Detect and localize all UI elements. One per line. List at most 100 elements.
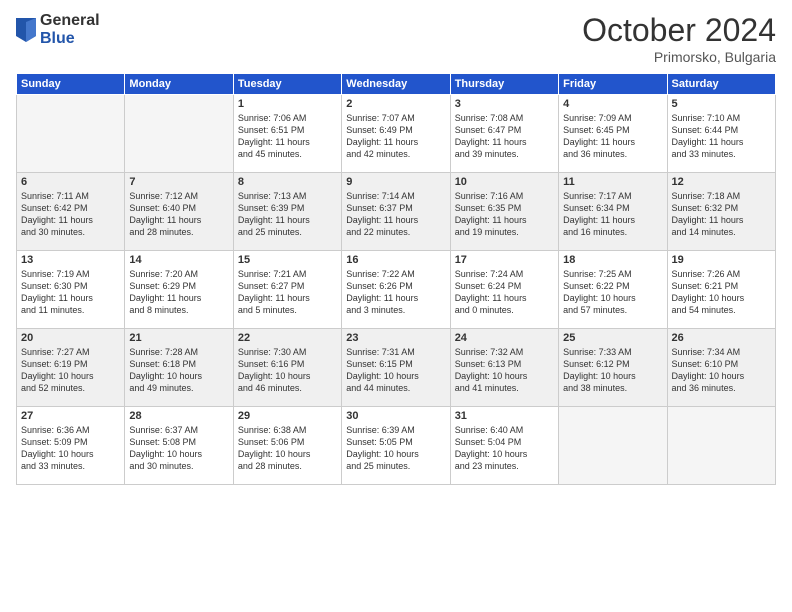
table-row: 1 Sunrise: 7:06 AMSunset: 6:51 PMDaylight… — [233, 95, 341, 173]
cell-content: Sunrise: 7:32 AMSunset: 6:13 PMDaylight:… — [455, 346, 554, 395]
day-number: 2 — [346, 98, 445, 110]
header-sunday: Sunday — [17, 74, 125, 95]
day-number: 27 — [21, 410, 120, 422]
table-row: 20Sunrise: 7:27 AMSunset: 6:19 PMDayligh… — [17, 329, 125, 407]
calendar-week-row: 1 Sunrise: 7:06 AMSunset: 6:51 PMDaylight… — [17, 95, 776, 173]
table-row — [125, 95, 233, 173]
day-number: 4 — [563, 98, 662, 110]
table-row: 28 Sunrise: 6:37 AMSunset: 5:08 PMDayligh… — [125, 407, 233, 485]
header: General Blue October 2024 Primorsko, Bul… — [16, 12, 776, 65]
table-row: 21Sunrise: 7:28 AMSunset: 6:18 PMDayligh… — [125, 329, 233, 407]
day-number: 17 — [455, 254, 554, 266]
logo-blue-text: Blue — [40, 30, 100, 48]
table-row: 22Sunrise: 7:30 AMSunset: 6:16 PMDayligh… — [233, 329, 341, 407]
table-row: 4Sunrise: 7:09 AMSunset: 6:45 PMDaylight… — [559, 95, 667, 173]
cell-content: Sunrise: 6:38 AMSunset: 5:06 PMDaylight:… — [238, 424, 337, 473]
header-monday: Monday — [125, 74, 233, 95]
day-number: 3 — [455, 98, 554, 110]
table-row: 5Sunrise: 7:10 AMSunset: 6:44 PMDaylight… — [667, 95, 775, 173]
cell-content: Sunrise: 7:25 AMSunset: 6:22 PMDaylight:… — [563, 268, 662, 317]
table-row: 13Sunrise: 7:19 AMSunset: 6:30 PMDayligh… — [17, 251, 125, 329]
cell-content: Sunrise: 7:21 AMSunset: 6:27 PMDaylight:… — [238, 268, 337, 317]
cell-content: Sunrise: 7:34 AMSunset: 6:10 PMDaylight:… — [672, 346, 771, 395]
header-friday: Friday — [559, 74, 667, 95]
table-row: 31 Sunrise: 6:40 AMSunset: 5:04 PMDayligh… — [450, 407, 558, 485]
day-number: 18 — [563, 254, 662, 266]
day-number: 28 — [129, 410, 228, 422]
logo: General Blue — [16, 12, 100, 47]
day-number: 9 — [346, 176, 445, 188]
calendar-week-row: 27 Sunrise: 6:36 AMSunset: 5:09 PMDayligh… — [17, 407, 776, 485]
day-number: 7 — [129, 176, 228, 188]
weekday-header-row: Sunday Monday Tuesday Wednesday Thursday… — [17, 74, 776, 95]
day-number: 8 — [238, 176, 337, 188]
page: General Blue October 2024 Primorsko, Bul… — [0, 0, 792, 612]
cell-content: Sunrise: 7:16 AMSunset: 6:35 PMDaylight:… — [455, 190, 554, 239]
day-number: 5 — [672, 98, 771, 110]
day-number: 23 — [346, 332, 445, 344]
day-number: 12 — [672, 176, 771, 188]
cell-content: Sunrise: 7:07 AMSunset: 6:49 PMDaylight:… — [346, 112, 445, 161]
day-number: 26 — [672, 332, 771, 344]
cell-content: Sunrise: 7:26 AMSunset: 6:21 PMDaylight:… — [672, 268, 771, 317]
cell-content: Sunrise: 7:17 AMSunset: 6:34 PMDaylight:… — [563, 190, 662, 239]
day-number: 30 — [346, 410, 445, 422]
table-row — [559, 407, 667, 485]
cell-content: Sunrise: 7:18 AMSunset: 6:32 PMDaylight:… — [672, 190, 771, 239]
cell-content: Sunrise: 7:20 AMSunset: 6:29 PMDaylight:… — [129, 268, 228, 317]
table-row: 6 Sunrise: 7:11 AMSunset: 6:42 PMDaylight… — [17, 173, 125, 251]
table-row: 26 Sunrise: 7:34 AMSunset: 6:10 PMDayligh… — [667, 329, 775, 407]
month-title: October 2024 — [582, 12, 776, 49]
cell-content: Sunrise: 7:14 AMSunset: 6:37 PMDaylight:… — [346, 190, 445, 239]
table-row: 8 Sunrise: 7:13 AMSunset: 6:39 PMDaylight… — [233, 173, 341, 251]
cell-content: Sunrise: 7:33 AMSunset: 6:12 PMDaylight:… — [563, 346, 662, 395]
cell-content: Sunrise: 7:12 AMSunset: 6:40 PMDaylight:… — [129, 190, 228, 239]
cell-content: Sunrise: 6:40 AMSunset: 5:04 PMDaylight:… — [455, 424, 554, 473]
cell-content: Sunrise: 7:22 AMSunset: 6:26 PMDaylight:… — [346, 268, 445, 317]
day-number: 1 — [238, 98, 337, 110]
cell-content: Sunrise: 7:13 AMSunset: 6:39 PMDaylight:… — [238, 190, 337, 239]
cell-content: Sunrise: 7:08 AMSunset: 6:47 PMDaylight:… — [455, 112, 554, 161]
day-number: 24 — [455, 332, 554, 344]
table-row: 15Sunrise: 7:21 AMSunset: 6:27 PMDayligh… — [233, 251, 341, 329]
day-number: 29 — [238, 410, 337, 422]
header-tuesday: Tuesday — [233, 74, 341, 95]
day-number: 16 — [346, 254, 445, 266]
calendar-week-row: 20Sunrise: 7:27 AMSunset: 6:19 PMDayligh… — [17, 329, 776, 407]
calendar-week-row: 13Sunrise: 7:19 AMSunset: 6:30 PMDayligh… — [17, 251, 776, 329]
day-number: 21 — [129, 332, 228, 344]
day-number: 31 — [455, 410, 554, 422]
table-row: 19Sunrise: 7:26 AMSunset: 6:21 PMDayligh… — [667, 251, 775, 329]
table-row: 7 Sunrise: 7:12 AMSunset: 6:40 PMDaylight… — [125, 173, 233, 251]
table-row: 3 Sunrise: 7:08 AMSunset: 6:47 PMDaylight… — [450, 95, 558, 173]
table-row: 12 Sunrise: 7:18 AMSunset: 6:32 PMDayligh… — [667, 173, 775, 251]
table-row: 16 Sunrise: 7:22 AMSunset: 6:26 PMDayligh… — [342, 251, 450, 329]
table-row: 18 Sunrise: 7:25 AMSunset: 6:22 PMDayligh… — [559, 251, 667, 329]
logo-text: General Blue — [40, 12, 100, 47]
calendar-week-row: 6 Sunrise: 7:11 AMSunset: 6:42 PMDaylight… — [17, 173, 776, 251]
table-row: 30 Sunrise: 6:39 AMSunset: 5:05 PMDayligh… — [342, 407, 450, 485]
table-row: 11 Sunrise: 7:17 AMSunset: 6:34 PMDayligh… — [559, 173, 667, 251]
cell-content: Sunrise: 7:06 AMSunset: 6:51 PMDaylight:… — [238, 112, 337, 161]
table-row: 29 Sunrise: 6:38 AMSunset: 5:06 PMDayligh… — [233, 407, 341, 485]
day-number: 6 — [21, 176, 120, 188]
cell-content: Sunrise: 7:24 AMSunset: 6:24 PMDaylight:… — [455, 268, 554, 317]
header-thursday: Thursday — [450, 74, 558, 95]
day-number: 11 — [563, 176, 662, 188]
logo-icon — [16, 18, 36, 42]
cell-content: Sunrise: 7:19 AMSunset: 6:30 PMDaylight:… — [21, 268, 120, 317]
table-row: 24 Sunrise: 7:32 AMSunset: 6:13 PMDayligh… — [450, 329, 558, 407]
cell-content: Sunrise: 7:11 AMSunset: 6:42 PMDaylight:… — [21, 190, 120, 239]
table-row: 14 Sunrise: 7:20 AMSunset: 6:29 PMDayligh… — [125, 251, 233, 329]
header-saturday: Saturday — [667, 74, 775, 95]
cell-content: Sunrise: 6:37 AMSunset: 5:08 PMDaylight:… — [129, 424, 228, 473]
table-row — [667, 407, 775, 485]
day-number: 20 — [21, 332, 120, 344]
table-row: 17 Sunrise: 7:24 AMSunset: 6:24 PMDayligh… — [450, 251, 558, 329]
cell-content: Sunrise: 6:36 AMSunset: 5:09 PMDaylight:… — [21, 424, 120, 473]
logo-general-text: General — [40, 12, 100, 30]
location: Primorsko, Bulgaria — [582, 49, 776, 65]
day-number: 14 — [129, 254, 228, 266]
table-row — [17, 95, 125, 173]
cell-content: Sunrise: 6:39 AMSunset: 5:05 PMDaylight:… — [346, 424, 445, 473]
